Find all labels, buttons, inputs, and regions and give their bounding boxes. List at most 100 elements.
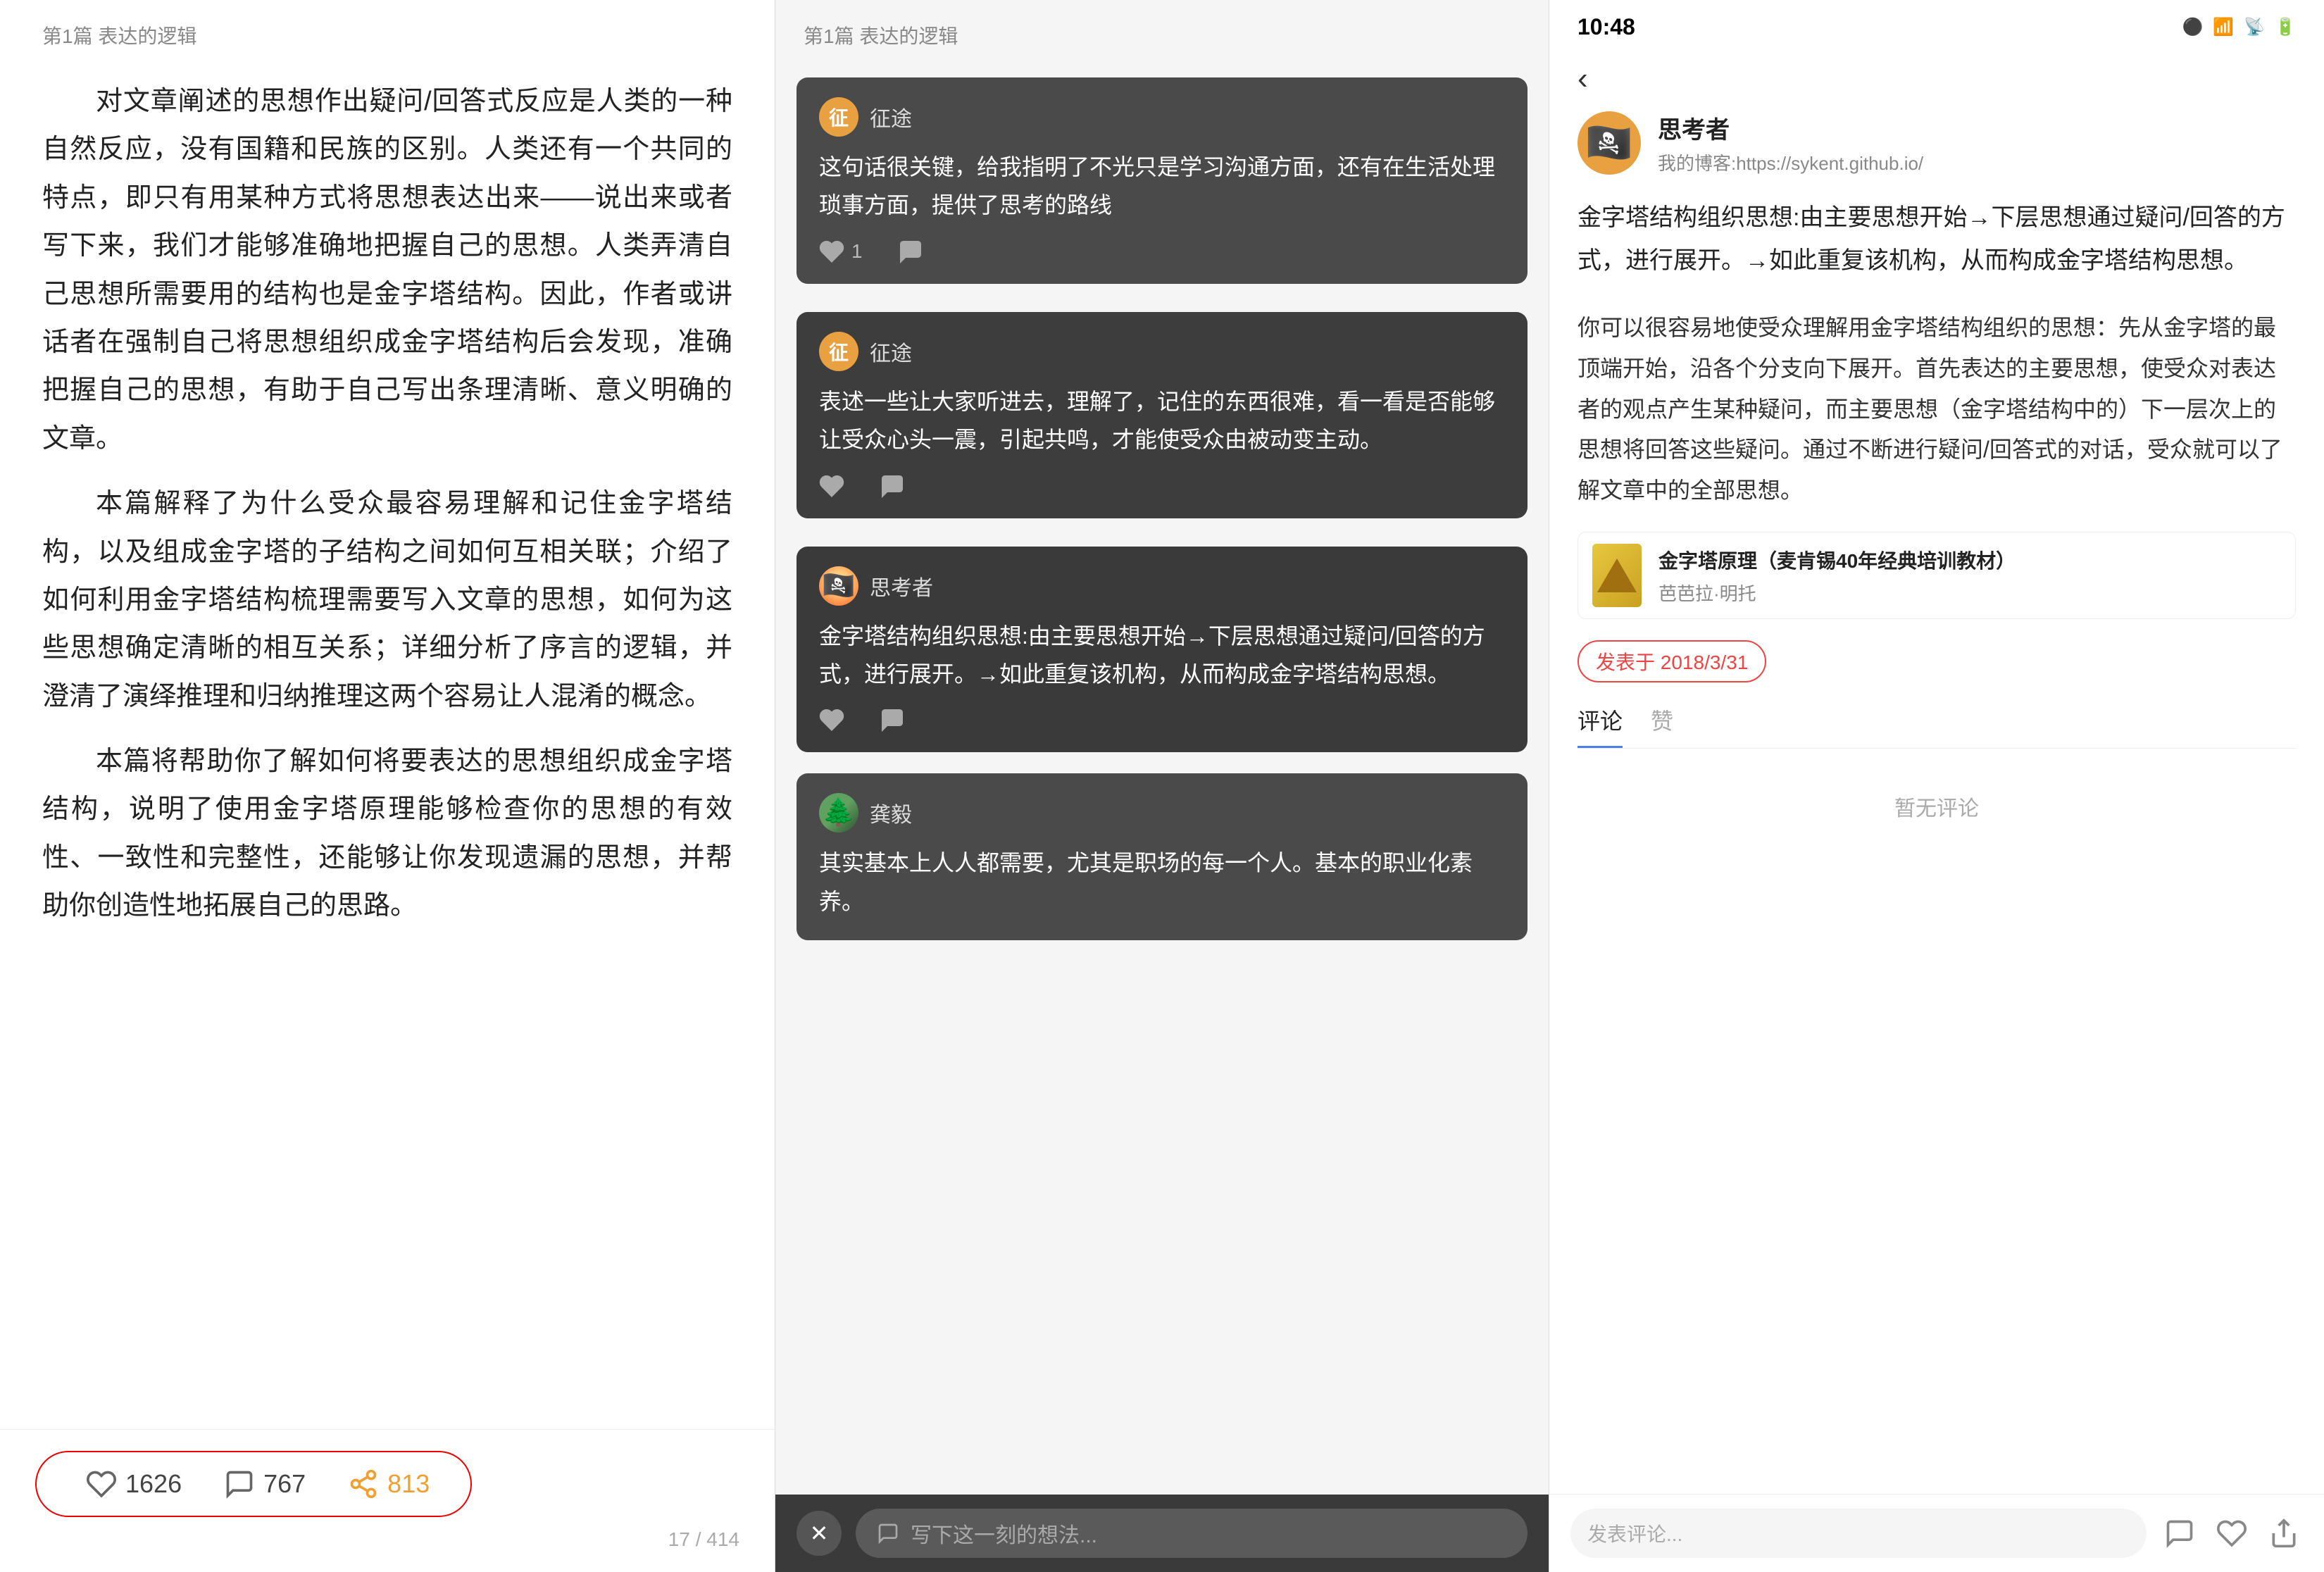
book-card[interactable]: 金字塔原理（麦肯锡40年经典培训教材） 芭芭拉·明托 (1578, 532, 2296, 619)
like-count-1: 1 (851, 240, 863, 263)
username-4: 龚毅 (870, 797, 912, 828)
comment-actions-3 (819, 707, 1505, 732)
like-button[interactable]: 1626 (65, 1468, 203, 1499)
comment-icon (224, 1468, 255, 1499)
publish-date: 发表于 2018/3/31 (1578, 640, 1766, 682)
comment-card-4: 🌲 龚毅 其实基本上人人都需要，尤其是职场的每一个人。基本的职业化素养。 (796, 773, 1528, 940)
pyramid-icon (1597, 559, 1637, 592)
author-info: 思考者 我的博客:https://sykent.github.io/ (1658, 111, 1923, 175)
book-info: 金字塔原理（麦肯锡40年经典培训教材） 芭芭拉·明托 (1658, 546, 2016, 606)
bottom-comment-icon[interactable] (2161, 1514, 2199, 1552)
book-title: 金字塔原理（麦肯锡40年经典培训教材） (1658, 546, 2016, 574)
page-indicator: 17 / 414 (35, 1528, 739, 1551)
comment-reply-2[interactable] (880, 473, 905, 499)
comment-text-2: 表述一些让大家听进去，理解了，记住的东西很难，看一看是否能够让受众心头一震，引起… (819, 382, 1505, 459)
comment-text-1: 这句话很关键，给我指明了不光只是学习沟通方面，还有在生活处理琐事方面，提供了思考… (819, 148, 1505, 225)
input-placeholder: 写下这一刻的想法... (911, 1518, 1097, 1549)
heart-icon-1 (819, 239, 844, 264)
bottom-share-icon[interactable] (2265, 1514, 2303, 1552)
username-1: 征途 (870, 101, 912, 132)
tab-comment[interactable]: 评论 (1578, 704, 1623, 748)
middle-panel: 第1篇 表达的逻辑 对文章阐述的思想作出疑问/回答式反应是人类的一种自然反应，没… (775, 0, 1549, 1572)
comment-card-1: 征 征途 这句话很关键，给我指明了不光只是学习沟通方面，还有在生活处理琐事方面，… (796, 77, 1528, 284)
wifi-icon: 📡 (2244, 17, 2265, 37)
reply-icon-1 (898, 239, 923, 264)
author-row: 🏴‍☠️ 思考者 我的博客:https://sykent.github.io/ (1578, 111, 2296, 175)
comment-header-1: 征 征途 (819, 97, 1505, 137)
author-link: 我的博客:https://sykent.github.io/ (1658, 149, 1923, 175)
comment-count: 767 (263, 1469, 306, 1499)
middle-breadcrumb: 第1篇 表达的逻辑 (775, 0, 1549, 63)
right-bottom-bar: 发表评论... (1549, 1494, 2324, 1572)
comment-reply-3[interactable] (880, 707, 905, 732)
reply-icon-2 (880, 473, 905, 499)
tab-like[interactable]: 赞 (1651, 704, 1673, 748)
comment-like-1[interactable]: 1 (819, 239, 863, 264)
comment-like-2[interactable] (819, 473, 844, 499)
comment-input-placeholder: 发表评论... (1587, 1519, 1682, 1547)
action-row: 1626 767 813 (35, 1451, 472, 1517)
left-para-3: 本篇将帮助你了解如何将要表达的思想组织成金字塔结构，说明了使用金字塔原理能够检查… (42, 737, 732, 930)
comment-actions-2 (819, 473, 1505, 499)
right-tabs: 评论 赞 (1578, 704, 2296, 749)
left-bottom-bar: 1626 767 813 17 / 414 (0, 1429, 775, 1572)
left-panel: 第1篇 表达的逻辑 对文章阐述的思想作出疑问/回答式反应是人类的一种自然反应，没… (0, 0, 775, 1572)
back-button[interactable]: ‹ (1570, 54, 1595, 104)
right-article-body: 你可以很容易地使受众理解用金字塔结构组织的思想：先从金字塔的最顶端开始，沿各个分… (1578, 308, 2296, 511)
no-comment: 暂无评论 (1578, 763, 2296, 850)
reply-icon-3 (880, 707, 905, 732)
book-cover (1592, 544, 1642, 607)
comment-header-4: 🌲 龚毅 (819, 793, 1505, 832)
heart-icon-bottom (2216, 1518, 2247, 1549)
author-name: 思考者 (1658, 111, 1923, 145)
middle-input-bar: ✕ 写下这一刻的想法... (775, 1495, 1549, 1572)
heart-icon-3 (819, 707, 844, 732)
avatar-1: 征 (819, 97, 858, 137)
status-bar: 10:48 ⚫ 📶 📡 🔋 (1549, 0, 2324, 47)
comment-reply-1[interactable] (898, 239, 923, 264)
comment-like-3[interactable] (819, 707, 844, 732)
battery-icon: ⚫ (2182, 17, 2203, 37)
avatar-3: 🏴‍☠️ (819, 566, 858, 606)
left-content: 对文章阐述的思想作出疑问/回答式反应是人类的一种自然反应，没有国籍和民族的区别。… (0, 63, 775, 1572)
heart-icon (86, 1468, 117, 1499)
share-button[interactable]: 813 (327, 1468, 451, 1499)
right-content: 🏴‍☠️ 思考者 我的博客:https://sykent.github.io/ … (1549, 111, 2324, 1494)
avatar-2: 征 (819, 332, 858, 371)
comment-header-2: 征 征途 (819, 332, 1505, 371)
username-2: 征途 (870, 336, 912, 367)
left-breadcrumb: 第1篇 表达的逻辑 (0, 0, 775, 63)
right-nav: ‹ (1549, 47, 2324, 111)
comment-text-3: 金字塔结构组织思想:由主要思想开始→下层思想通过疑问/回答的方式，进行展开。→如… (819, 617, 1505, 694)
comment-card-2: 征 征途 表述一些让大家听进去，理解了，记住的东西很难，看一看是否能够让受众心头… (796, 312, 1528, 518)
bubble-icon (877, 1522, 899, 1545)
comment-card-3: 🏴‍☠️ 思考者 金字塔结构组织思想:由主要思想开始→下层思想通过疑问/回答的方… (796, 547, 1528, 753)
comment-input[interactable]: 发表评论... (1570, 1509, 2147, 1558)
publish-date-wrapper: 发表于 2018/3/31 (1578, 640, 2296, 704)
heart-icon-2 (819, 473, 844, 499)
comment-button[interactable]: 767 (203, 1468, 327, 1499)
close-button[interactable]: ✕ (796, 1511, 842, 1556)
share-count: 813 (387, 1469, 430, 1499)
username-3: 思考者 (870, 570, 933, 601)
share-icon (348, 1468, 379, 1499)
share-icon-bottom (2268, 1518, 2299, 1549)
comment-header-3: 🏴‍☠️ 思考者 (819, 566, 1505, 606)
status-time: 10:48 (1578, 14, 1635, 40)
status-icons: ⚫ 📶 📡 🔋 (2182, 17, 2296, 37)
left-para-2: 本篇解释了为什么受众最容易理解和记住金字塔结构，以及组成金字塔的子结构之间如何互… (42, 480, 732, 720)
like-count: 1626 (125, 1469, 182, 1499)
comment-actions-1: 1 (819, 239, 1505, 264)
battery-bar: 🔋 (2275, 17, 2296, 37)
bottom-like-icon[interactable] (2213, 1514, 2251, 1552)
right-panel: 10:48 ⚫ 📶 📡 🔋 ‹ 🏴‍☠️ 思考者 我的博客:https://sy… (1549, 0, 2324, 1572)
avatar-4: 🌲 (819, 793, 858, 832)
signal-icon: 📶 (2213, 17, 2234, 37)
comment-text-4: 其实基本上人人都需要，尤其是职场的每一个人。基本的职业化素养。 (819, 844, 1505, 921)
left-para-1: 对文章阐述的思想作出疑问/回答式反应是人类的一种自然反应，没有国籍和民族的区别。… (42, 77, 732, 463)
comment-bubble-icon (2164, 1518, 2195, 1549)
author-avatar: 🏴‍☠️ (1578, 111, 1641, 175)
right-article-title: 金字塔结构组织思想:由主要思想开始→下层思想通过疑问/回答的方式，进行展开。→如… (1578, 196, 2296, 282)
book-author: 芭芭拉·明托 (1658, 580, 2016, 606)
comment-input-field[interactable]: 写下这一刻的想法... (856, 1509, 1528, 1558)
